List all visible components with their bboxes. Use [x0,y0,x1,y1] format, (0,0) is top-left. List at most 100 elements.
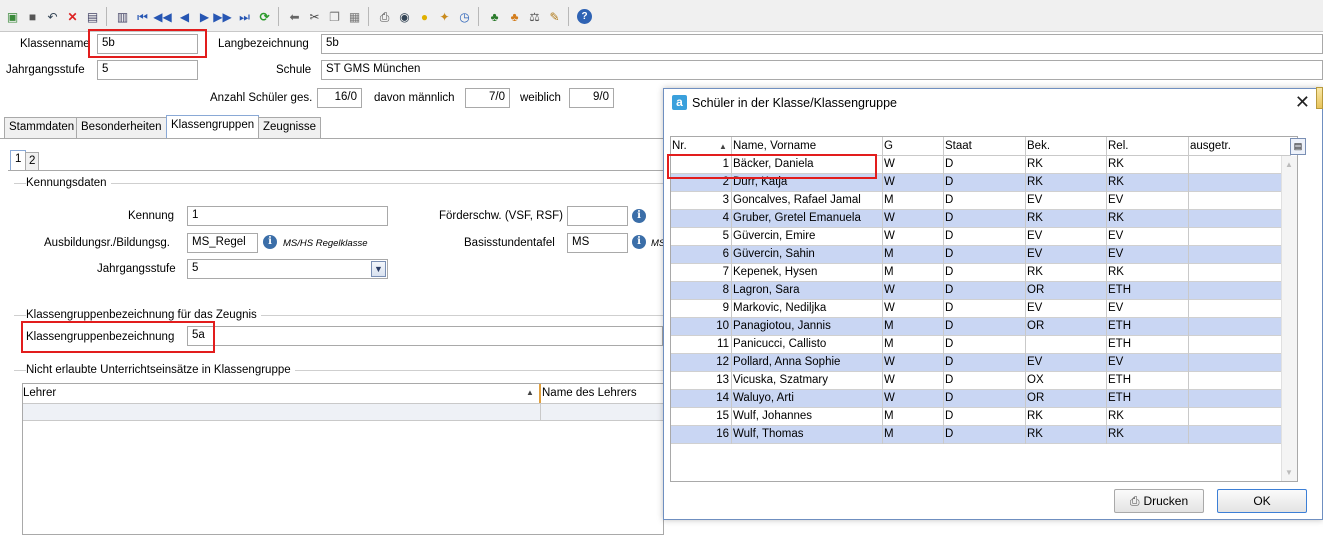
table-row[interactable]: 14 Waluyo, Arti W D OR ETH [671,390,1289,408]
cell-staat: D [945,176,954,188]
next-page-icon[interactable]: ▶▶ [213,8,231,25]
table-row[interactable]: 7 Kepenek, Hysen M D RK RK [671,264,1289,282]
col-staat[interactable]: Staat [945,140,972,152]
cell-g: W [884,212,895,224]
tab-besonderheiten[interactable]: Besonderheiten [76,117,167,138]
new-icon[interactable]: ▣ [4,8,21,25]
cell-name: Kepenek, Hysen [733,266,818,278]
table-row[interactable]: 4 Gruber, Gretel Emanuela W D RK RK [671,210,1289,228]
clock-icon[interactable]: ◷ [456,8,473,25]
table-row[interactable] [23,404,663,421]
print-icon[interactable]: ⎙ [376,8,393,25]
foerder-info-icon[interactable]: i [632,209,646,223]
tab-klassengruppen[interactable]: Klassengruppen [166,115,260,138]
undo-icon[interactable]: ↶ [44,8,61,25]
print-button[interactable]: ⎙ Drucken [1114,489,1204,513]
cell-nr: 8 [722,284,729,296]
sort-icon[interactable]: ▲ [526,388,534,397]
col-bek[interactable]: Bek. [1027,140,1050,152]
table-row[interactable]: 9 Markovic, Nedilјka W D EV EV [671,300,1289,318]
ok-button[interactable]: OK [1217,489,1307,513]
broom-icon[interactable]: ✦ [436,8,453,25]
ausbildung-input[interactable]: MS_Regel [187,233,258,253]
subtab-1[interactable]: 1 [10,150,27,170]
users-icon[interactable]: ♣ [486,8,503,25]
klassenname-label: Klassenname [20,38,90,50]
table-row[interactable]: 12 Pollard, Anna Sophie W D EV EV [671,354,1289,372]
copy-record-icon[interactable]: ▥ [114,8,131,25]
table-row[interactable]: 15 Wulf, Johannes M D RK RK [671,408,1289,426]
cell-nr: 16 [716,428,729,440]
cell-nr: 10 [716,320,729,332]
foerder-label: Förderschw. (VSF, RSF) [439,210,563,222]
cell-g: M [884,194,894,206]
cell-name: Wulf, Johannes [733,410,813,422]
scroll-up-icon[interactable]: ▲ [1285,160,1293,169]
table-row[interactable]: 13 Vicuska, Szatmary W D OX ETH [671,372,1289,390]
table-row[interactable]: 10 Panagiotou, Jannis M D OR ETH [671,318,1289,336]
tab-zeugnisse[interactable]: Zeugnisse [258,117,322,138]
cell-bek: EV [1027,230,1043,242]
kennung-input[interactable]: 1 [187,206,388,226]
table-row[interactable]: 11 Panicucci, Callisto M D ETH [671,336,1289,354]
chevron-down-icon[interactable]: ▼ [371,261,386,277]
col-ausgetr[interactable]: ausgetr. [1190,140,1231,152]
vertical-scrollbar[interactable]: ▲ ▼ [1281,156,1297,481]
properties-icon[interactable]: ▤ [84,8,101,25]
edit-icon[interactable]: ✎ [546,8,563,25]
side-button[interactable] [1316,87,1323,109]
delete-icon[interactable]: ✕ [64,8,81,25]
preview-icon[interactable]: ◉ [396,8,413,25]
prev-page-icon[interactable]: ◀◀ [153,8,171,25]
col-name[interactable]: Name, Vorname [733,140,816,152]
table-row[interactable]: 8 Lagron, Sara W D OR ETH [671,282,1289,300]
cell-g: M [884,428,894,440]
cut-icon[interactable]: ✂ [306,8,323,25]
refresh-icon[interactable]: ⟳ [256,8,273,25]
col-nr[interactable]: Nr. [672,140,687,152]
ausbildung-info-icon[interactable]: i [263,235,277,249]
col-g[interactable]: G [884,140,893,152]
back-icon[interactable]: ⬅ [286,8,303,25]
foerder-input[interactable] [567,206,628,226]
bulb-icon[interactable]: ● [416,8,433,25]
kennungsdaten-title: Kennungsdaten [26,177,111,189]
save-icon[interactable]: ■ [24,8,41,25]
col-lehrer[interactable]: Lehrer [23,387,56,399]
prev-icon[interactable]: ◀ [176,8,193,25]
table-row[interactable]: 5 Güvercin, Emire W D EV EV [671,228,1289,246]
col-name-lehrer[interactable]: Name des Lehrers [542,387,637,399]
basis-info-icon[interactable]: i [632,235,646,249]
weight-icon[interactable]: ⚖ [526,8,543,25]
schule-value: ST GMS München [321,60,1323,80]
col-rel[interactable]: Rel. [1108,140,1128,152]
last-icon[interactable]: ⏭ [236,8,253,25]
cell-nr: 3 [722,194,729,206]
cell-name: Pollard, Anna Sophie [733,356,841,368]
cell-g: W [884,230,895,242]
ausbildung-hint: MS/HS Regelklasse [283,238,368,249]
klassengruppenbezeichnung-input[interactable]: 5a [187,326,663,346]
cell-nr: 4 [722,212,729,224]
sort-asc-icon[interactable]: ▲ [719,142,727,151]
copy-icon[interactable]: ❐ [326,8,343,25]
first-icon[interactable]: ⏮ [134,8,151,25]
next-icon[interactable]: ▶ [196,8,213,25]
basis-input[interactable]: MS [567,233,628,253]
users-orange-icon[interactable]: ♣ [506,8,523,25]
jahrgang-label: Jahrgangsstufe [97,263,176,275]
subtab-2[interactable]: 2 [25,152,40,170]
column-chooser-icon[interactable]: ▤ [1290,138,1306,155]
help-icon[interactable]: ? [577,9,592,24]
table-row[interactable]: 16 Wulf, Thomas M D RK RK [671,426,1289,444]
tab-stammdaten[interactable]: Stammdaten [4,117,80,138]
table-row[interactable]: 6 Güvercin, Sahin M D EV EV [671,246,1289,264]
langbezeichnung-input[interactable]: 5b [321,34,1323,54]
cell-g: W [884,176,895,188]
close-icon[interactable]: ✕ [1295,92,1310,113]
table-row[interactable]: 3 Goncalves, Rafael Jamal M D EV EV [671,192,1289,210]
paste-icon[interactable]: ▦ [346,8,363,25]
jahrgang-select[interactable]: 5 [187,259,388,279]
cell-bek: RK [1027,266,1043,278]
scroll-down-icon[interactable]: ▼ [1285,468,1293,477]
